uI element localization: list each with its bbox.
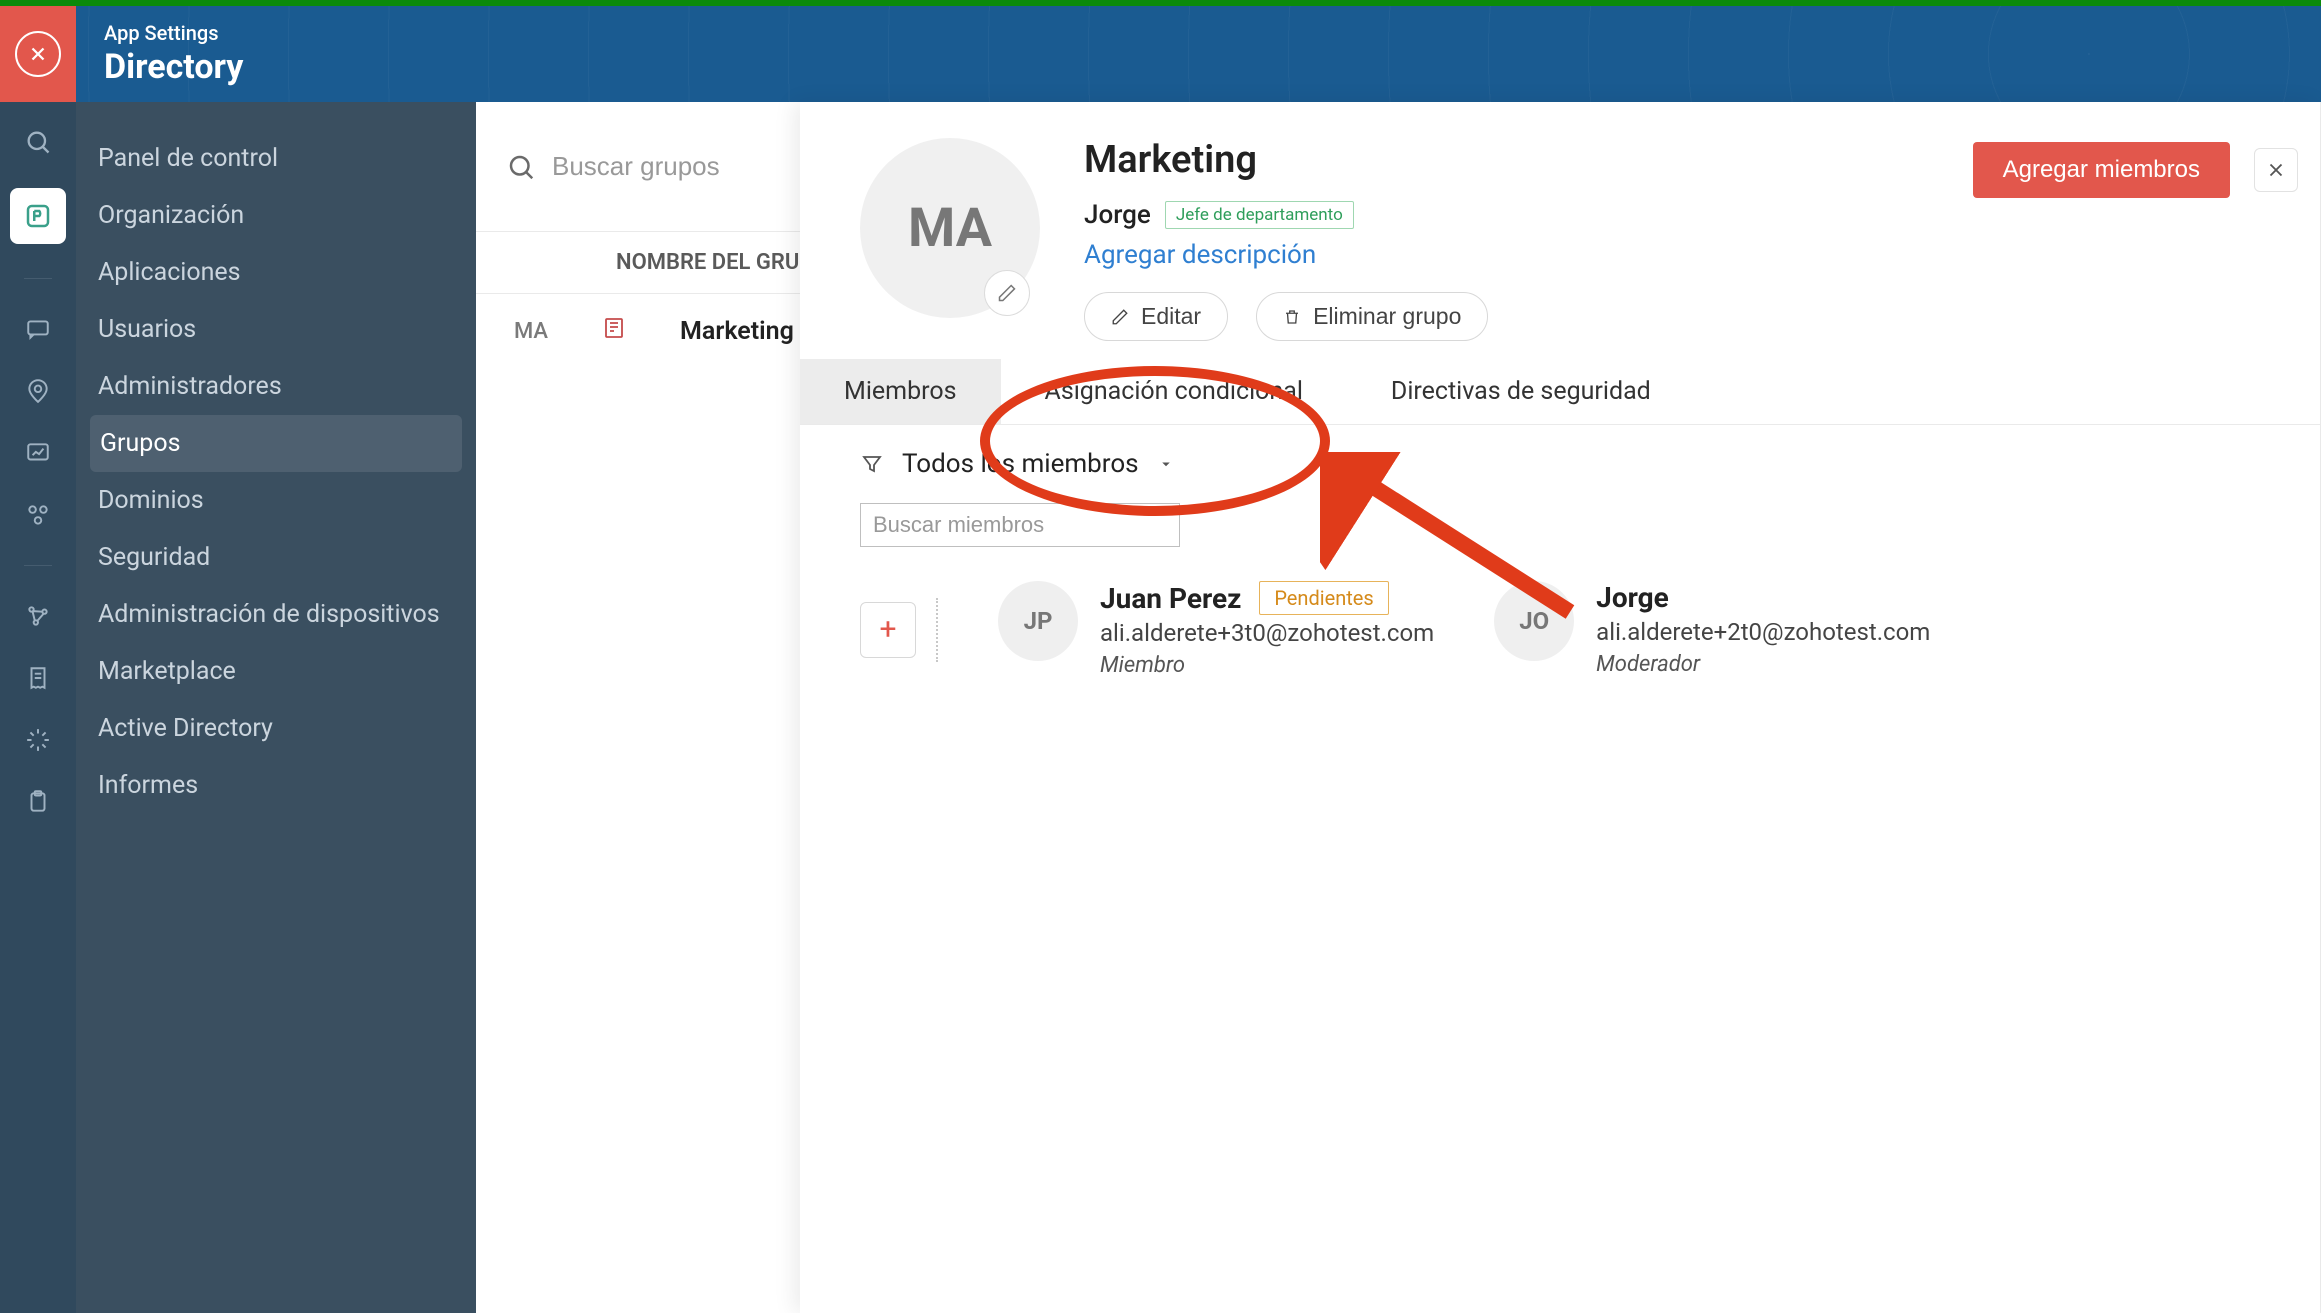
- edit-avatar-button[interactable]: [984, 270, 1030, 316]
- rail-separator: [24, 278, 52, 279]
- add-description-link[interactable]: Agregar descripción: [1084, 240, 1488, 270]
- tab-security-policies[interactable]: Directivas de seguridad: [1347, 359, 1695, 424]
- icon-rail: [0, 102, 76, 1313]
- group-abbr: MA: [514, 319, 548, 344]
- group-detail-panel: MA Marketing Jorge Jefe de departamento …: [800, 102, 2320, 1313]
- pending-badge: Pendientes: [1259, 581, 1388, 615]
- receipt-icon[interactable]: [22, 662, 54, 694]
- extension-icon[interactable]: [22, 724, 54, 756]
- header-close-button[interactable]: [0, 6, 76, 102]
- tab-members[interactable]: Miembros: [800, 359, 1001, 424]
- sidebar-item-security[interactable]: Seguridad: [76, 529, 476, 586]
- sidebar-item-users[interactable]: Usuarios: [76, 301, 476, 358]
- tab-conditional-assignment[interactable]: Asignación condicional: [1001, 359, 1347, 424]
- sidebar-item-applications[interactable]: Aplicaciones: [76, 244, 476, 301]
- network-icon[interactable]: [22, 600, 54, 632]
- divider: [936, 598, 938, 662]
- group-type-icon: [602, 316, 626, 347]
- app-header: App Settings Directory: [0, 6, 2321, 102]
- sidebar-item-organization[interactable]: Organización: [76, 187, 476, 244]
- header-supertitle: App Settings: [104, 21, 243, 45]
- member-name: Jorge: [1596, 581, 1930, 614]
- close-panel-button[interactable]: [2254, 148, 2298, 192]
- location-icon[interactable]: [22, 375, 54, 407]
- group-name: Marketing: [680, 317, 794, 346]
- member-name: Juan Perez: [1100, 582, 1241, 615]
- sidebar-item-groups[interactable]: Grupos: [90, 415, 462, 472]
- group-avatar-initials: MA: [908, 197, 992, 260]
- filter-label[interactable]: Todos los miembros: [902, 449, 1139, 479]
- sidebar-nav: Panel de control Organización Aplicacion…: [76, 102, 476, 1313]
- sidebar-item-dashboard[interactable]: Panel de control: [76, 130, 476, 187]
- header-title: Directory: [104, 47, 243, 87]
- owner-role-badge: Jefe de departamento: [1165, 201, 1354, 229]
- add-members-button[interactable]: Agregar miembros: [1973, 142, 2230, 198]
- close-icon: [15, 31, 61, 77]
- sidebar-item-reports[interactable]: Informes: [76, 757, 476, 814]
- group-avatar: MA: [860, 138, 1040, 318]
- member-avatar: JO: [1494, 581, 1574, 661]
- group-title: Marketing: [1084, 138, 1488, 182]
- clipboard-icon[interactable]: [22, 786, 54, 818]
- sidebar-item-domains[interactable]: Dominios: [76, 472, 476, 529]
- search-icon[interactable]: [22, 126, 54, 158]
- rail-separator: [24, 565, 52, 566]
- member-card[interactable]: JO Jorge ali.alderete+2t0@zohotest.com M…: [1494, 581, 1930, 678]
- member-search-input[interactable]: [860, 503, 1180, 547]
- member-email: ali.alderete+2t0@zohotest.com: [1596, 618, 1930, 646]
- delete-button-label: Eliminar grupo: [1313, 303, 1461, 330]
- trash-icon: [1283, 308, 1301, 326]
- filter-icon: [860, 452, 884, 476]
- sidebar-item-device-management[interactable]: Administración de dispositivos: [76, 586, 476, 643]
- delete-group-button[interactable]: Eliminar grupo: [1256, 292, 1488, 341]
- pencil-icon: [1111, 308, 1129, 326]
- detail-tabs: Miembros Asignación condicional Directiv…: [800, 359, 2320, 425]
- modules-icon[interactable]: [22, 499, 54, 531]
- member-card[interactable]: JP Juan Perez Pendientes ali.alderete+3t…: [998, 581, 1434, 678]
- add-member-tile[interactable]: +: [860, 602, 916, 658]
- sidebar-item-administrators[interactable]: Administradores: [76, 358, 476, 415]
- member-avatar: JP: [998, 581, 1078, 661]
- chevron-down-icon[interactable]: [1157, 455, 1175, 473]
- edit-button[interactable]: Editar: [1084, 292, 1228, 341]
- sidebar-item-active-directory[interactable]: Active Directory: [76, 700, 476, 757]
- member-email: ali.alderete+3t0@zohotest.com: [1100, 619, 1434, 647]
- member-role: Moderador: [1596, 652, 1930, 677]
- sidebar-item-marketplace[interactable]: Marketplace: [76, 643, 476, 700]
- member-role: Miembro: [1100, 653, 1434, 678]
- chart-icon[interactable]: [22, 437, 54, 469]
- app-tile-active[interactable]: [10, 188, 66, 244]
- chat-icon[interactable]: [22, 313, 54, 345]
- search-icon: [506, 152, 536, 182]
- content-area: NOMBRE DEL GRUPO MA Marketing MA Marketi…: [476, 102, 2321, 1313]
- edit-button-label: Editar: [1141, 303, 1201, 330]
- group-owner: Jorge: [1084, 200, 1151, 230]
